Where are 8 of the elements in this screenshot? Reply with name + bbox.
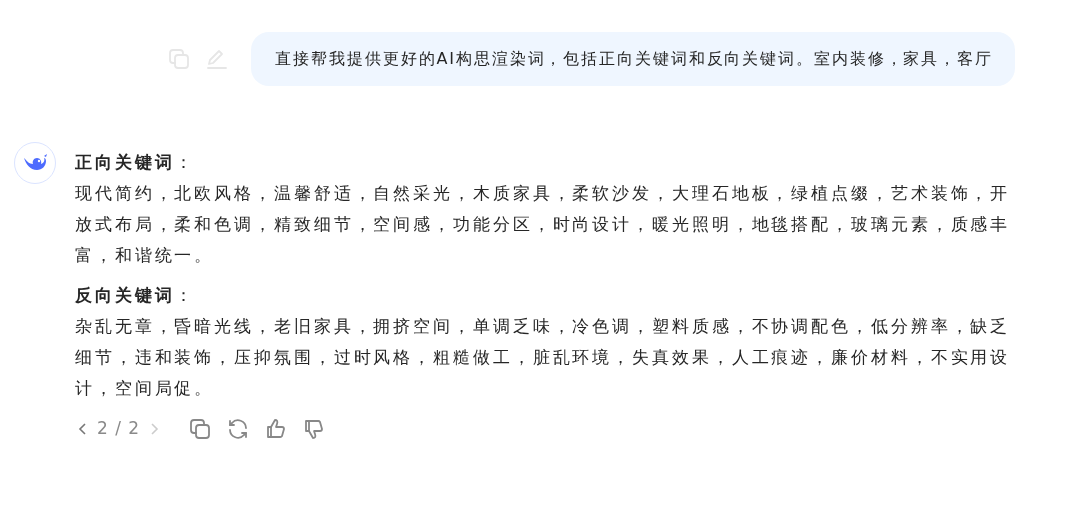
page-counter: 2 / 2 xyxy=(97,417,141,440)
user-message: 直接帮我提供更好的AI构思渲染词，包括正向关键词和反向关键词。室内装修，家具，客厅 xyxy=(251,32,1015,86)
keyword-paragraph: 现代简约，北欧风格，温馨舒适，自然采光，木质家具，柔软沙发，大理石地板，绿植点缀，艺术装饰，开放式布局，柔和色调，精致细节，空间感，功能分区，时尚设计，暖光照明，地毯搭配，玻璃元素，质感丰富，和谐统一。 xyxy=(75,182,1012,267)
section-heading: 反向关键词： xyxy=(75,284,196,307)
chevron-left-icon[interactable] xyxy=(78,421,88,436)
keyword-paragraph: 杂乱无章，昏暗光线，老旧家具，拥挤空间，单调乏味，冷色调，塑料质感，不协调配色，低分辨率，缺乏细节，违和装饰，压抑氛围，过时风格，粗糙做工，脏乱环境，失真效果，人工痕迹，廉价材料，不实用设计，空间局促。 xyxy=(75,315,1012,400)
copy-icon[interactable] xyxy=(188,416,213,441)
section-heading: 正向关键词： xyxy=(75,151,196,174)
